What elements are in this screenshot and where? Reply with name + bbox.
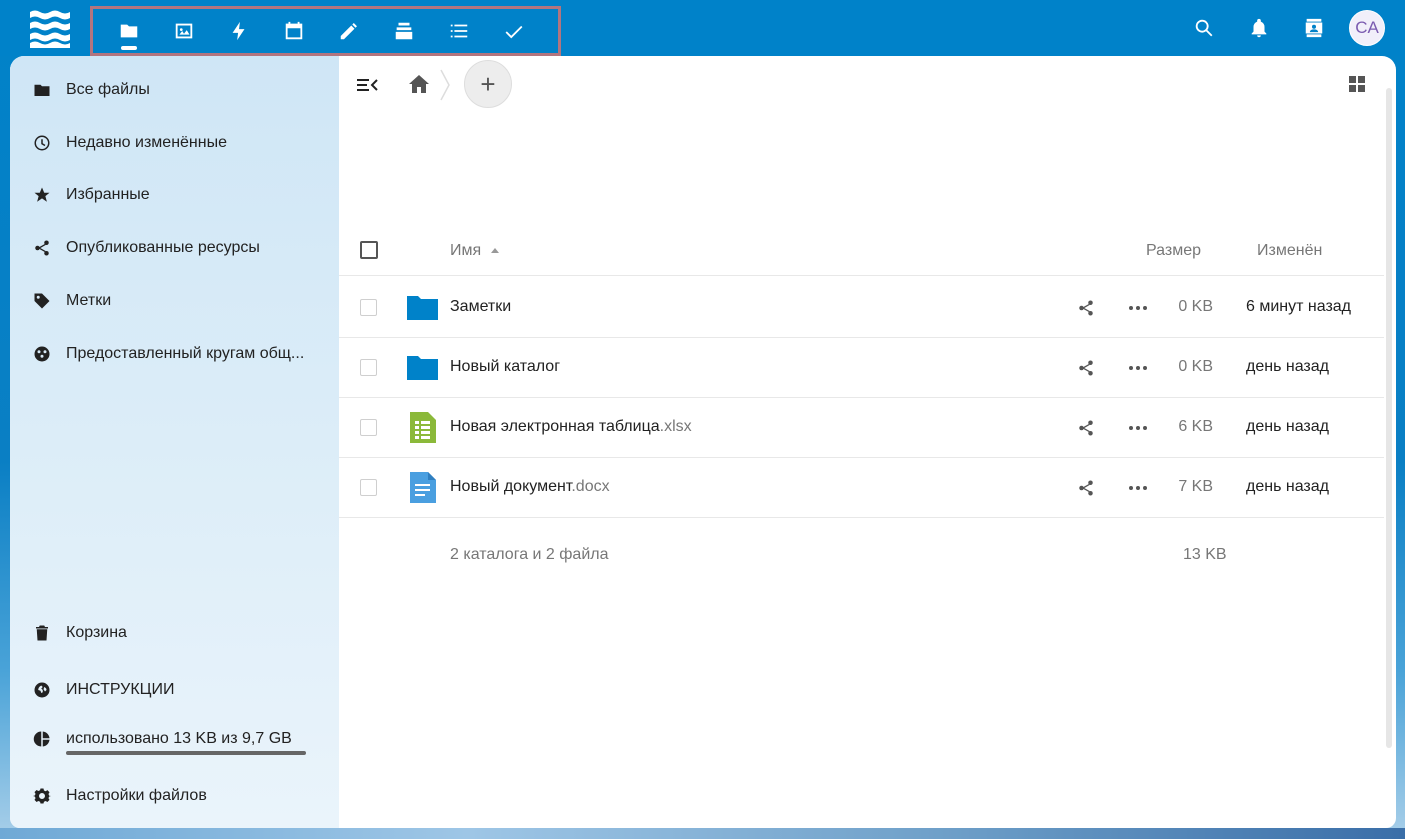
more-actions-icon[interactable] [1128, 419, 1148, 437]
files-icon[interactable] [101, 9, 156, 53]
file-table-header: Имя Размер Изменён [339, 224, 1384, 276]
share-icon[interactable] [1077, 359, 1095, 377]
app-menu [90, 6, 561, 56]
file-size: 6 KB [1178, 418, 1213, 435]
column-size-header[interactable]: Размер [1146, 242, 1201, 260]
sidebar-item-label: Избранные [66, 186, 150, 203]
sidebar-item-label: Все файлы [66, 81, 150, 98]
folder-icon [32, 80, 52, 100]
tasks-list-icon[interactable] [431, 9, 486, 53]
clock-icon [32, 133, 52, 153]
table-row[interactable]: Новый каталог 0 KB день назад [339, 337, 1384, 398]
share-icon[interactable] [1077, 299, 1095, 317]
grid-view-icon[interactable] [1348, 75, 1366, 93]
file-name[interactable]: Новый каталог [450, 358, 560, 376]
sidebar-item-instructions[interactable]: ИНСТРУКЦИИ [10, 668, 339, 712]
column-name-header[interactable]: Имя [450, 242, 500, 260]
tag-icon [32, 291, 52, 311]
sidebar-item-all-files[interactable]: Все файлы [10, 68, 339, 112]
sidebar-toggle-icon[interactable] [355, 74, 379, 96]
table-row[interactable]: Новая электронная таблица.xlsx 6 KB день… [339, 397, 1384, 458]
photos-icon[interactable] [156, 9, 211, 53]
sidebar-item-label: Недавно изменённые [66, 134, 227, 151]
file-modified: 6 минут назад [1246, 298, 1352, 315]
file-summary: 2 каталога и 2 файла [450, 546, 609, 563]
table-row[interactable]: Новый документ.docx 7 KB день назад [339, 457, 1384, 518]
file-modified: день назад [1246, 478, 1329, 495]
avatar[interactable]: CA [1349, 10, 1385, 46]
row-checkbox[interactable] [360, 359, 377, 376]
row-checkbox[interactable] [360, 419, 377, 436]
new-item-button[interactable]: + [464, 60, 512, 108]
more-actions-icon[interactable] [1128, 299, 1148, 317]
sidebar-item-shares[interactable]: Опубликованные ресурсы [10, 226, 339, 270]
folder-icon [406, 291, 439, 324]
sidebar-item-label: Предоставленный кругам общ... [66, 345, 305, 362]
file-size: 0 KB [1178, 298, 1213, 315]
sidebar-item-tags[interactable]: Метки [10, 279, 339, 323]
sidebar-item-label: Опубликованные ресурсы [66, 239, 260, 256]
star-icon [32, 185, 52, 205]
sidebar-item-label: Метки [66, 292, 112, 309]
file-size: 0 KB [1178, 358, 1213, 375]
globe-icon [32, 680, 52, 700]
file-name[interactable]: Заметки [450, 298, 511, 316]
sidebar-item-settings[interactable]: Настройки файлов [10, 774, 339, 818]
sidebar: Все файлы Недавно изменённые Избранные О… [10, 56, 339, 828]
circles-icon [32, 344, 52, 364]
sidebar-item-trash[interactable]: Корзина [10, 611, 339, 655]
folder-icon [406, 351, 439, 384]
activity-icon[interactable] [211, 9, 266, 53]
share-icon[interactable] [1077, 419, 1095, 437]
pie-chart-icon [32, 729, 52, 749]
file-modified: день назад [1246, 418, 1329, 435]
quota-progress-bar [66, 751, 306, 755]
select-all-checkbox[interactable] [360, 241, 378, 259]
quota-label: использовано 13 KB из 9,7 GB [66, 730, 292, 747]
sort-ascending-icon [491, 248, 500, 254]
deck-icon[interactable] [376, 9, 431, 53]
sidebar-item-circles[interactable]: Предоставленный кругам общ... [10, 332, 339, 376]
bell-icon[interactable] [1231, 8, 1286, 48]
sidebar-item-label: Настройки файлов [66, 787, 207, 804]
spreadsheet-icon [406, 411, 439, 444]
table-row[interactable]: Заметки 0 KB 6 минут назад [339, 277, 1384, 338]
share-icon [32, 238, 52, 258]
file-modified: день назад [1246, 358, 1329, 375]
nextcloud-logo-icon[interactable] [28, 9, 72, 49]
breadcrumb-separator [439, 68, 451, 102]
desktop-background [0, 828, 1405, 839]
column-modified-header[interactable]: Изменён [1257, 242, 1322, 260]
search-icon[interactable] [1176, 8, 1231, 48]
notes-icon[interactable] [321, 9, 376, 53]
checkmark-icon[interactable] [486, 9, 541, 53]
sidebar-item-label: Корзина [66, 624, 127, 641]
gear-icon [32, 786, 52, 806]
row-checkbox[interactable] [360, 299, 377, 316]
home-icon[interactable] [407, 72, 431, 96]
more-actions-icon[interactable] [1128, 359, 1148, 377]
sidebar-item-favorites[interactable]: Избранные [10, 173, 339, 217]
trash-icon [32, 623, 52, 643]
row-checkbox[interactable] [360, 479, 377, 496]
more-actions-icon[interactable] [1128, 479, 1148, 497]
file-list-area: + Имя Размер Изменён Заметки 0 KB 6 мину… [339, 56, 1396, 828]
calendar-icon[interactable] [266, 9, 321, 53]
contacts-icon[interactable] [1286, 8, 1341, 48]
sidebar-item-label: ИНСТРУКЦИИ [66, 681, 175, 698]
top-header: CA [0, 0, 1405, 56]
content-window: Все файлы Недавно изменённые Избранные О… [10, 56, 1396, 828]
file-size: 7 KB [1178, 478, 1213, 495]
header-actions: CA [1176, 8, 1385, 48]
share-icon[interactable] [1077, 479, 1095, 497]
scrollbar[interactable] [1386, 88, 1392, 748]
file-name[interactable]: Новая электронная таблица.xlsx [450, 418, 692, 436]
document-icon [406, 471, 439, 504]
sidebar-item-recent[interactable]: Недавно изменённые [10, 121, 339, 165]
file-name[interactable]: Новый документ.docx [450, 478, 610, 496]
file-summary-size: 13 KB [1183, 546, 1227, 563]
